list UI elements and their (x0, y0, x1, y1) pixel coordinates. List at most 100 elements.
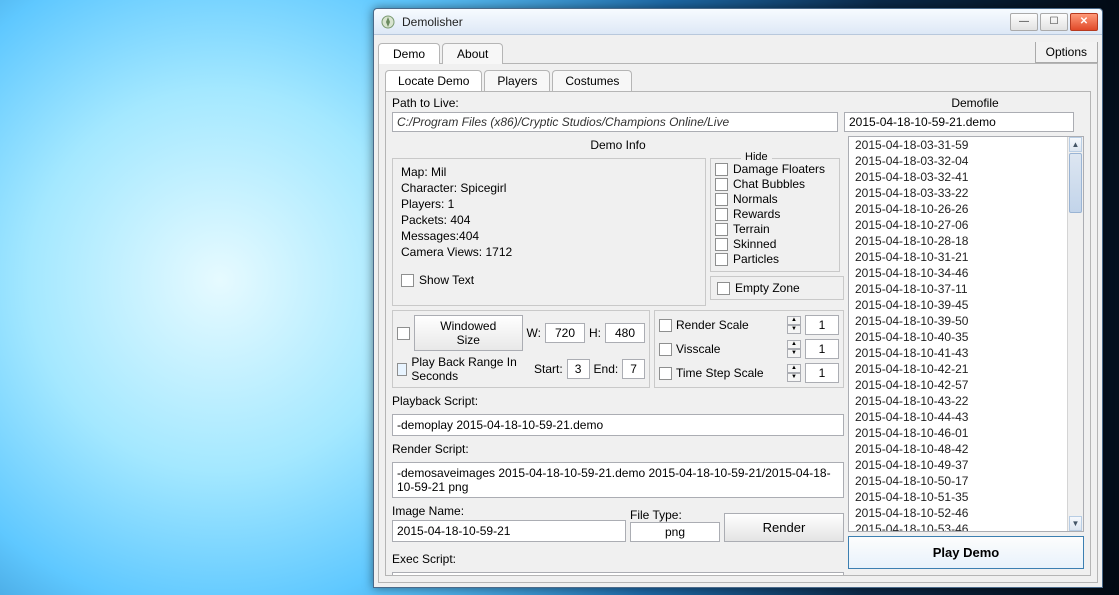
visscale-checkbox[interactable] (659, 343, 672, 356)
file-list-item[interactable]: 2015-04-18-10-31-21 (849, 249, 1067, 265)
file-list-item[interactable]: 2015-04-18-10-42-57 (849, 377, 1067, 393)
file-list-item[interactable]: 2015-04-18-10-40-35 (849, 329, 1067, 345)
maximize-button[interactable]: ☐ (1040, 13, 1068, 31)
hide-legend: Hide (741, 151, 772, 163)
close-button[interactable]: ✕ (1070, 13, 1098, 31)
height-input[interactable]: 480 (605, 323, 645, 343)
file-list-item[interactable]: 2015-04-18-03-32-41 (849, 169, 1067, 185)
subtab-players[interactable]: Players (484, 70, 550, 91)
file-list-item[interactable]: 2015-04-18-03-33-22 (849, 185, 1067, 201)
file-list-item[interactable]: 2015-04-18-10-52-46 (849, 505, 1067, 521)
file-list-item[interactable]: 2015-04-18-10-49-37 (849, 457, 1067, 473)
file-list-item[interactable]: 2015-04-18-10-42-21 (849, 361, 1067, 377)
render-scale-spinner[interactable]: ▲▼ (787, 316, 801, 334)
file-list-item[interactable]: 2015-04-18-10-39-50 (849, 313, 1067, 329)
hide-checkbox[interactable] (715, 178, 728, 191)
demofile-label: Demofile (866, 96, 1084, 110)
windowed-size-checkbox[interactable] (397, 327, 410, 340)
height-label: H: (589, 326, 601, 340)
timestep-input[interactable]: 1 (805, 363, 839, 383)
file-type-input[interactable]: png (630, 522, 720, 542)
hide-checkbox[interactable] (715, 208, 728, 221)
scroll-up-icon[interactable]: ▲ (1069, 137, 1082, 152)
end-label: End: (594, 362, 619, 376)
hide-item-label: Rewards (733, 207, 780, 221)
hide-item-label: Damage Floaters (733, 162, 825, 176)
file-list-item[interactable]: 2015-04-18-10-34-46 (849, 265, 1067, 281)
width-input[interactable]: 720 (545, 323, 585, 343)
file-list-item[interactable]: 2015-04-18-03-31-59 (849, 137, 1067, 153)
show-text-label: Show Text (419, 273, 474, 287)
windowed-size-button[interactable]: Windowed Size (414, 315, 523, 351)
file-list-item[interactable]: 2015-04-18-10-39-45 (849, 297, 1067, 313)
render-button[interactable]: Render (724, 513, 844, 542)
demofile-list[interactable]: 2015-04-18-03-31-592015-04-18-03-32-0420… (848, 136, 1084, 532)
hide-checkbox[interactable] (715, 223, 728, 236)
playback-range-label: Play Back Range In Seconds (411, 355, 530, 383)
image-name-input[interactable]: 2015-04-18-10-59-21 (392, 520, 626, 542)
file-list-item[interactable]: 2015-04-18-10-46-01 (849, 425, 1067, 441)
file-list-item[interactable]: 2015-04-18-10-43-22 (849, 393, 1067, 409)
playback-range-checkbox[interactable] (397, 363, 407, 376)
render-scale-label: Render Scale (676, 318, 783, 332)
timestep-label: Time Step Scale (676, 366, 783, 380)
end-input[interactable]: 7 (622, 359, 645, 379)
file-list-item[interactable]: 2015-04-18-10-48-42 (849, 441, 1067, 457)
demofile-input[interactable]: 2015-04-18-10-59-21.demo (844, 112, 1074, 132)
play-demo-button[interactable]: Play Demo (848, 536, 1084, 569)
visscale-input[interactable]: 1 (805, 339, 839, 359)
visscale-label: Visscale (676, 342, 783, 356)
file-list-item[interactable]: 2015-04-18-10-44-43 (849, 409, 1067, 425)
hide-item-label: Chat Bubbles (733, 177, 805, 191)
app-icon (380, 14, 396, 30)
hide-item-label: Particles (733, 252, 779, 266)
exec-script-input[interactable] (392, 572, 844, 575)
show-text-checkbox[interactable] (401, 274, 414, 287)
info-camera-views: Camera Views: 1712 (401, 245, 697, 259)
tab-about[interactable]: About (442, 43, 503, 64)
timestep-checkbox[interactable] (659, 367, 672, 380)
options-button[interactable]: Options (1035, 42, 1098, 63)
info-packets: Packets: 404 (401, 213, 697, 227)
visscale-spinner[interactable]: ▲▼ (787, 340, 801, 358)
path-to-live-label: Path to Live: (392, 96, 866, 110)
width-label: W: (527, 326, 541, 340)
hide-groupbox: Hide Damage FloatersChat BubblesNormalsR… (710, 158, 840, 272)
render-script-input[interactable]: -demosaveimages 2015-04-18-10-59-21.demo… (392, 462, 844, 498)
file-list-item[interactable]: 2015-04-18-10-28-18 (849, 233, 1067, 249)
titlebar[interactable]: Demolisher ― ☐ ✕ (374, 9, 1102, 35)
timestep-spinner[interactable]: ▲▼ (787, 364, 801, 382)
info-map: Map: Mil (401, 165, 697, 179)
file-list-item[interactable]: 2015-04-18-10-27-06 (849, 217, 1067, 233)
demo-info-header: Demo Info (392, 136, 844, 154)
file-list-item[interactable]: 2015-04-18-10-50-17 (849, 473, 1067, 489)
file-list-item[interactable]: 2015-04-18-10-53-46 (849, 521, 1067, 532)
file-list-item[interactable]: 2015-04-18-10-41-43 (849, 345, 1067, 361)
hide-checkbox[interactable] (715, 193, 728, 206)
hide-checkbox[interactable] (715, 238, 728, 251)
info-character: Character: Spicegirl (401, 181, 697, 195)
file-list-item[interactable]: 2015-04-18-10-37-11 (849, 281, 1067, 297)
file-list-item[interactable]: 2015-04-18-03-32-04 (849, 153, 1067, 169)
app-window: Demolisher ― ☐ ✕ Demo About Options Loca… (373, 8, 1103, 588)
subtab-locate-demo[interactable]: Locate Demo (385, 70, 482, 91)
render-scale-checkbox[interactable] (659, 319, 672, 332)
start-input[interactable]: 3 (567, 359, 590, 379)
scrollbar[interactable]: ▲ ▼ (1067, 137, 1083, 531)
hide-checkbox[interactable] (715, 163, 728, 176)
info-players: Players: 1 (401, 197, 697, 211)
hide-checkbox[interactable] (715, 253, 728, 266)
scroll-thumb[interactable] (1069, 153, 1082, 213)
file-list-item[interactable]: 2015-04-18-10-51-35 (849, 489, 1067, 505)
subtab-costumes[interactable]: Costumes (552, 70, 632, 91)
minimize-button[interactable]: ― (1010, 13, 1038, 31)
file-list-item[interactable]: 2015-04-18-10-26-26 (849, 201, 1067, 217)
path-to-live-input[interactable]: C:/Program Files (x86)/Cryptic Studios/C… (392, 112, 838, 132)
playback-script-input[interactable]: -demoplay 2015-04-18-10-59-21.demo (392, 414, 844, 436)
render-script-label: Render Script: (392, 440, 844, 458)
empty-zone-checkbox[interactable] (717, 282, 730, 295)
tab-demo[interactable]: Demo (378, 43, 440, 64)
empty-zone-label: Empty Zone (735, 281, 800, 295)
scroll-down-icon[interactable]: ▼ (1069, 516, 1082, 531)
render-scale-input[interactable]: 1 (805, 315, 839, 335)
